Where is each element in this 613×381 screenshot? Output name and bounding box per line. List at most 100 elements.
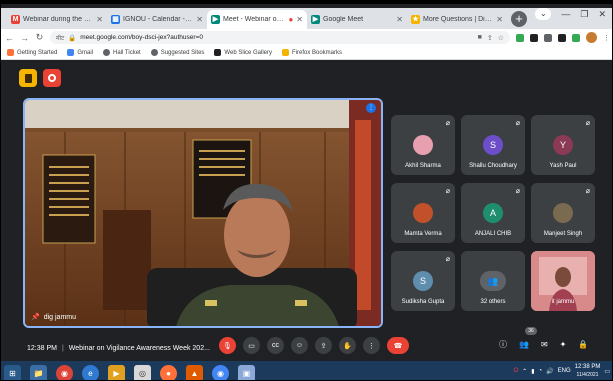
mic-off-icon: ⌀: [445, 256, 450, 263]
extension-icon[interactable]: [544, 33, 552, 42]
participant-tile[interactable]: ⌀ Mamta Verma: [391, 183, 455, 243]
leave-call-button[interactable]: ☎: [387, 337, 409, 354]
share-icon[interactable]: ⇪: [487, 34, 493, 42]
close-icon[interactable]: ✕: [96, 15, 103, 24]
chat-icon[interactable]: ✉: [541, 340, 548, 349]
menu-icon[interactable]: ⋮: [603, 34, 610, 42]
window-controls: ⌄ — ❐ ✕: [535, 8, 606, 20]
avatar: [413, 203, 433, 223]
tab-title: More Questions | Directorat: [423, 16, 494, 23]
shield-extension-icon[interactable]: [516, 33, 524, 42]
raise-hand-button[interactable]: ✋: [339, 337, 356, 354]
reactions-button[interactable]: ☺: [291, 337, 308, 354]
participant-tile[interactable]: ⌀ S Shallu Choudhary: [461, 115, 525, 175]
directorate-icon: ★: [411, 15, 420, 24]
participant-tile[interactable]: ⌀ Akhil Sharma: [391, 115, 455, 175]
media-player-icon[interactable]: ▶: [108, 364, 125, 380]
more-options-button[interactable]: ⋮: [363, 337, 380, 354]
participant-tile[interactable]: it jammu: [531, 251, 595, 311]
camera-app-icon[interactable]: ◎: [134, 364, 151, 380]
edge-icon[interactable]: e: [82, 364, 99, 380]
mic-off-icon: ⌀: [515, 120, 520, 127]
camera-toggle-button[interactable]: ▭: [243, 337, 260, 354]
notifications-icon[interactable]: ▭: [604, 368, 610, 375]
meeting-time: 12:38 PM: [27, 344, 57, 352]
tab-1[interactable]: ▦IGNOU - Calendar - Event de✕: [107, 10, 207, 29]
bookmark-star-icon[interactable]: ☆: [498, 34, 504, 42]
volume-icon[interactable]: 🔊: [546, 368, 553, 375]
participant-tile[interactable]: ⌀ S Sudiksha Gupta: [391, 251, 455, 311]
extension-icon[interactable]: [558, 33, 566, 42]
tab-3[interactable]: ▶ Google Meet ✕: [307, 10, 407, 29]
info-icon[interactable]: ⓘ: [499, 339, 507, 350]
minimize-icon[interactable]: —: [561, 9, 570, 19]
reload-icon[interactable]: ↻: [35, 32, 44, 43]
bookmark-item[interactable]: Getting Started: [7, 49, 57, 56]
photos-icon[interactable]: ▣: [238, 364, 255, 380]
language-indicator[interactable]: ENG: [558, 368, 571, 374]
url-text[interactable]: meet.google.com/boy-dsci-jex?authuser=0: [80, 34, 203, 41]
show-hidden-icons[interactable]: ⌃: [522, 368, 527, 375]
call-controls: 🎙 ▭ cc ☺ ⇪ ✋ ⋮ ☎: [219, 337, 409, 354]
activity-button[interactable]: [19, 69, 37, 87]
close-window-icon[interactable]: ✕: [598, 9, 606, 20]
bookmark-item[interactable]: Web Slice Gallery: [214, 49, 272, 56]
clock[interactable]: 12:38 PM 11/4/2021: [575, 363, 601, 379]
bookmark-item[interactable]: Firefox Bookmarks: [282, 49, 342, 56]
lock-icon[interactable]: 🔒: [578, 340, 588, 349]
forward-icon[interactable]: →: [20, 33, 29, 43]
activities-icon[interactable]: ✦: [560, 340, 567, 349]
firefox-icon[interactable]: ●: [160, 364, 177, 380]
chrome-icon[interactable]: ◉: [56, 364, 73, 380]
bookmark-label: Hall Ticket: [113, 49, 141, 56]
back-icon[interactable]: ←: [5, 33, 14, 43]
start-icon[interactable]: ⊞: [4, 364, 21, 380]
close-icon[interactable]: ✕: [496, 15, 503, 24]
more-vert-icon: ⋮: [368, 342, 375, 350]
recording-dot-icon: ●: [288, 15, 294, 24]
chrome-icon[interactable]: ◉: [212, 364, 229, 380]
opera-icon[interactable]: O: [514, 368, 519, 374]
bookmark-item[interactable]: Suggested Sites: [150, 49, 204, 56]
profile-avatar[interactable]: [586, 32, 597, 43]
tab-2[interactable]: ▶Meet - Webinar on Vigila●✕: [207, 10, 307, 29]
mic-off-icon: ⌀: [445, 188, 450, 195]
meeting-control-bar: 12:38 PM | Webinar on Vigilance Awareness …: [1, 327, 612, 357]
participant-tile[interactable]: ⌀ A ANJALI CHIB: [461, 183, 525, 243]
vlc-icon[interactable]: ▲: [186, 364, 203, 380]
side-panel-controls: ⓘ 👥 ✉ ✦ 🔒: [499, 339, 588, 350]
wifi-icon[interactable]: ◔: [539, 368, 543, 374]
bookmark-label: Getting Started: [17, 49, 58, 56]
others-tile[interactable]: 👥 32 others: [461, 251, 525, 311]
tab-search-icon[interactable]: ⌄: [535, 8, 552, 20]
close-icon[interactable]: ✕: [296, 15, 303, 24]
shield-extension-icon[interactable]: [572, 33, 580, 42]
camera-icon[interactable]: ■: [478, 34, 482, 42]
pin-icon[interactable]: 📌: [31, 313, 40, 321]
new-tab-button[interactable]: +: [511, 11, 527, 27]
extension-icon[interactable]: [530, 33, 538, 42]
present-button[interactable]: ⇪: [315, 337, 332, 354]
google-icon: [67, 49, 75, 56]
site-info-label[interactable]: मीट: [56, 34, 64, 42]
audio-indicator-icon: ⋮: [366, 103, 376, 113]
meeting-title: Webinar on Vigilance Awareness Week 202.…: [68, 344, 210, 352]
people-icon[interactable]: 👥: [519, 340, 529, 349]
bookmark-item[interactable]: Hall Ticket: [103, 49, 141, 56]
speaker-tile[interactable]: 📌 dig jammu ⋮: [23, 98, 383, 328]
mic-toggle-button[interactable]: 🎙: [219, 337, 236, 354]
participant-tile[interactable]: ⌀ Y Yash Paul: [531, 115, 595, 175]
close-icon[interactable]: ✕: [196, 15, 203, 24]
explorer-icon[interactable]: 📁: [30, 364, 47, 380]
bookmark-item[interactable]: Gmail: [67, 49, 93, 56]
meet-stage: 📌 dig jammu ⋮ ⌀ Akhil Sharma ⌀ S Shallu Cho…: [2, 60, 612, 337]
maximize-icon[interactable]: ❐: [580, 9, 588, 20]
address-bar[interactable]: मीट 🔒 meet.google.com/boy-dsci-jex?authu…: [50, 31, 510, 44]
recording-indicator[interactable]: [43, 69, 61, 87]
participant-tile[interactable]: ⌀ Manjeet Singh: [531, 183, 595, 243]
tab-0[interactable]: MWebinar during the vigilance✕: [7, 10, 107, 29]
tab-4[interactable]: ★More Questions | Directorat✕: [407, 10, 507, 29]
navigation-bar: ← → ↻ मीट 🔒 meet.google.com/boy-dsci-jex…: [1, 29, 612, 46]
close-icon[interactable]: ✕: [396, 15, 403, 24]
captions-button[interactable]: cc: [267, 337, 284, 354]
